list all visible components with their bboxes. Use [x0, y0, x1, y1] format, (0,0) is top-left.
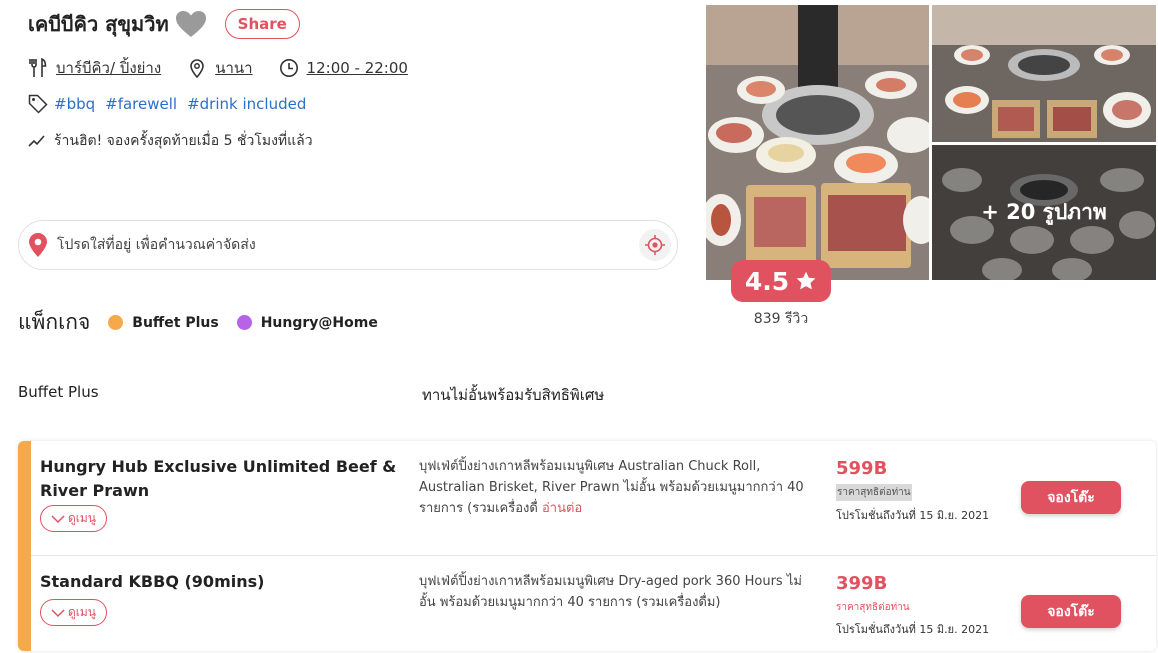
promo-expiry: โปรโมชั่นถึงวันที่ 15 มิ.ย. 2021	[836, 509, 990, 522]
tag-icon	[28, 94, 48, 114]
book-table-button[interactable]: จองโต๊ะ	[1021, 595, 1121, 628]
more-photos-overlay[interactable]: + 20 รูปภาพ	[932, 145, 1156, 280]
package-item: Standard KBBQ (90mins) ดูเมนู บุฟเฟ่ต์ปิ…	[31, 556, 1156, 651]
hot-indicator: ร้านฮิต! จองครั้งสุดท้ายเมื่อ 5 ชั่วโมงท…	[28, 130, 313, 152]
package-description: บุฟเฟ่ต์ปิ้งย่างเกาหลีพร้อมเมนูพิเศษ Dry…	[419, 574, 802, 610]
tag-bbq[interactable]: #bbq	[54, 95, 95, 113]
heart-icon[interactable]	[175, 9, 207, 39]
buffet-plus-dot	[108, 315, 124, 330]
trending-icon	[28, 134, 48, 148]
photo-gallery[interactable]: + 20 รูปภาพ	[706, 5, 1156, 280]
photo-3[interactable]: + 20 รูปภาพ	[932, 145, 1156, 280]
star-icon	[795, 270, 817, 292]
fork-knife-icon	[28, 57, 48, 79]
packages-header: แพ็กเกจ Buffet Plus Hungry@Home	[18, 306, 396, 339]
package-list: Hungry Hub Exclusive Unlimited Beef & Ri…	[18, 441, 1156, 651]
legend-hungry-home-label: Hungry@Home	[260, 314, 378, 331]
rating-score: 4.5	[744, 266, 790, 296]
package-description: บุฟเฟ่ต์ปิ้งย่างเกาหลีพร้อมเมนูพิเศษ Aus…	[419, 456, 809, 519]
view-menu-button[interactable]: ดูเมนู	[40, 599, 107, 626]
package-price: 399B	[836, 573, 888, 594]
cuisine-link[interactable]: บาร์บีคิว/ ปิ้งย่าง	[56, 56, 161, 80]
view-menu-label: ดูเมนู	[67, 511, 96, 525]
packages-title: แพ็กเกจ	[18, 310, 91, 334]
photo-2[interactable]	[932, 5, 1156, 142]
price-note: ราคาสุทธิต่อท่าน	[836, 484, 912, 501]
clock-icon	[279, 57, 299, 79]
share-button[interactable]: Share	[224, 9, 300, 39]
review-count[interactable]: 839 รีวิว	[731, 308, 831, 330]
price-note: ราคาสุทธิต่อท่าน	[836, 602, 910, 613]
chevron-down-icon	[51, 608, 65, 618]
main-photo[interactable]	[706, 5, 929, 280]
read-more-link[interactable]: อ่านต่อ	[542, 501, 582, 516]
view-menu-button[interactable]: ดูเมนู	[40, 505, 107, 532]
legend-buffet-plus-label: Buffet Plus	[132, 314, 219, 331]
tag-drink-included[interactable]: #drink included	[187, 95, 306, 113]
restaurant-header: เคบีบีคิว สุขุมวิท Share	[28, 8, 300, 40]
delivery-address-input[interactable]: โปรดใส่ที่อยู่ เพื่อคำนวณค่าจัดส่ง	[18, 220, 678, 270]
restaurant-name: เคบีบีคิว สุขุมวิท	[28, 12, 169, 36]
book-table-button[interactable]: จองโต๊ะ	[1021, 481, 1121, 514]
package-item: Hungry Hub Exclusive Unlimited Beef & Ri…	[31, 441, 1156, 555]
map-pin-icon	[27, 232, 49, 258]
locate-me-icon[interactable]	[639, 229, 671, 261]
tag-farewell[interactable]: #farewell	[105, 95, 177, 113]
section-description: ทานไม่อั้นพร้อมรับสิทธิพิเศษ	[422, 386, 605, 404]
hot-text: ร้านฮิต! จองครั้งสุดท้ายเมื่อ 5 ชั่วโมงท…	[54, 133, 313, 149]
package-name: Standard KBBQ (90mins)	[40, 572, 265, 591]
location-pin-icon	[187, 57, 207, 79]
legend-hungry-home[interactable]: Hungry@Home	[236, 314, 378, 331]
package-description-text: บุฟเฟ่ต์ปิ้งย่างเกาหลีพร้อมเมนูพิเศษ Aus…	[419, 459, 804, 516]
location-link[interactable]: นานา	[215, 56, 252, 80]
opening-hours[interactable]: 12:00 - 22:00	[307, 59, 408, 77]
tag-list: #bbq #farewell #drink included	[28, 94, 316, 114]
rating-badge: 4.5	[731, 260, 831, 302]
address-placeholder: โปรดใส่ที่อยู่ เพื่อคำนวณค่าจัดส่ง	[57, 237, 256, 253]
section-type: Buffet Plus	[18, 383, 99, 401]
package-price: 599B	[836, 458, 888, 479]
hungry-home-dot	[236, 315, 252, 330]
restaurant-info: บาร์บีคิว/ ปิ้งย่าง นานา 12:00 - 22:00	[28, 56, 408, 80]
chevron-down-icon	[51, 514, 65, 524]
promo-expiry: โปรโมชั่นถึงวันที่ 15 มิ.ย. 2021	[836, 623, 990, 636]
package-name: Hungry Hub Exclusive Unlimited Beef & Ri…	[40, 457, 397, 500]
view-menu-label: ดูเมนู	[67, 605, 96, 619]
legend-buffet-plus[interactable]: Buffet Plus	[108, 314, 219, 331]
